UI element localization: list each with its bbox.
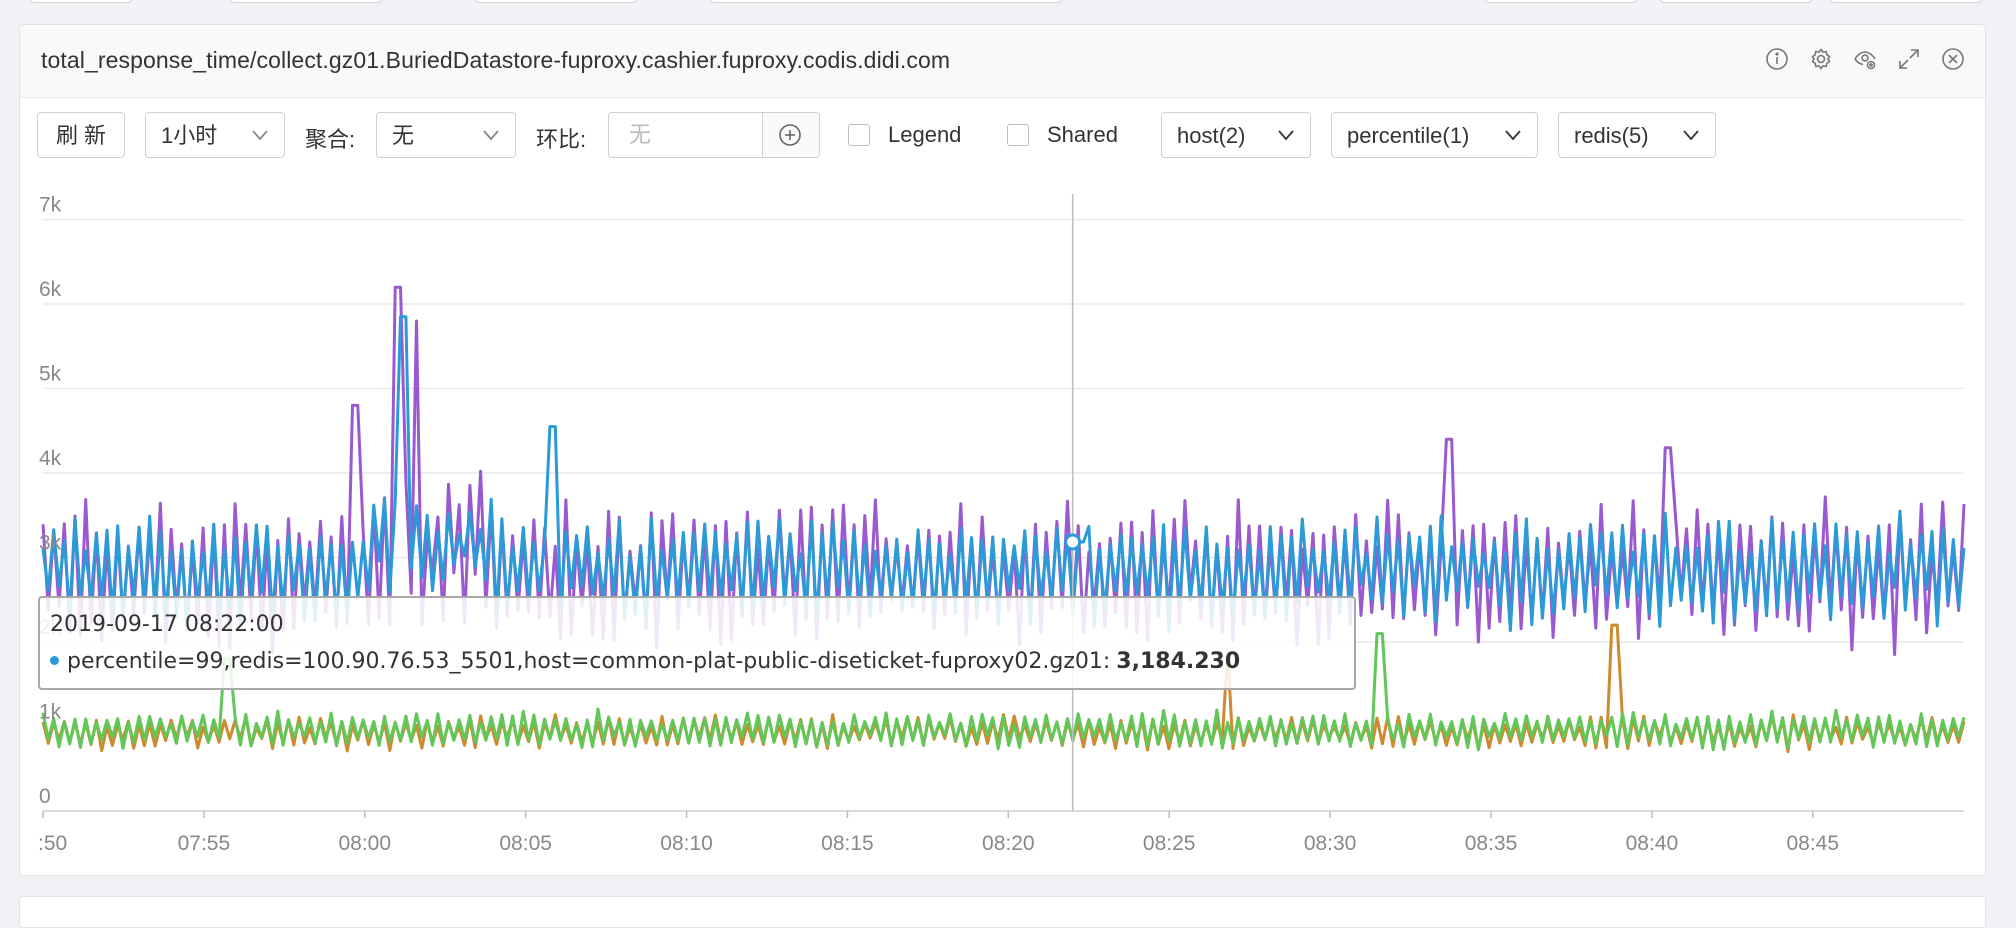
tooltip-series-row: percentile=99,redis=100.90.76.53_5501,ho… [50,649,1240,674]
time-range-select[interactable]: 1小时 [145,112,285,158]
expand-icon[interactable] [1897,47,1921,71]
x-tick-label: :50 [38,832,67,855]
gear-icon[interactable] [1809,47,1833,71]
x-tick-label: 08:10 [660,832,713,855]
series-color-dot [50,655,59,665]
y-tick-label: 6k [39,278,62,301]
y-tick-label: 4k [39,447,62,470]
tooltip-value: 3,184.230 [1116,649,1241,674]
x-tick-label: 08:30 [1304,832,1357,855]
percentile-tag-select[interactable]: percentile(1) [1331,112,1538,158]
compare-input[interactable] [609,113,765,157]
y-tick-label: 0 [39,785,51,808]
legend-label: Legend [888,122,962,147]
y-tick-label: 7k [39,194,62,217]
tooltip-series-label: percentile=99,redis=100.90.76.53_5501,ho… [67,649,1111,674]
chevron-down-icon [483,130,499,141]
percentile-tag-value: percentile(1) [1347,123,1470,148]
chevron-down-icon [252,130,268,141]
shared-checkbox[interactable] [1007,124,1029,146]
host-tag-value: host(2) [1177,123,1246,148]
panel-toolbar: 刷 新 1小时 聚合: 无 环比: Legend Shared host(2) … [20,112,1985,164]
legend-checkbox[interactable] [848,124,870,146]
info-icon[interactable] [1765,47,1789,71]
x-tick-label: 08:40 [1626,832,1679,855]
next-panel [19,896,1986,928]
y-tick-label: 3k [39,532,62,555]
x-tick-label: 08:05 [499,832,552,855]
aggregate-value: 无 [392,123,415,148]
x-tick-label: 08:15 [821,832,874,855]
close-icon[interactable] [1941,47,1965,71]
x-tick-label: 08:25 [1143,832,1196,855]
eye-settings-icon[interactable] [1853,47,1877,71]
x-tick-label: 08:35 [1465,832,1518,855]
top-edge-strip [0,0,2016,6]
y-tick-label: 5k [39,363,62,386]
x-tick-label: 08:45 [1786,832,1839,855]
tooltip-time: 2019-09-17 08:22:00 [50,612,284,637]
x-tick-label: 08:00 [338,832,391,855]
timeseries-chart[interactable]: 01k2k3k4k5k6k7k:5007:5508:0008:0508:1008… [19,190,1984,870]
compare-add-button[interactable] [762,113,819,157]
chart-tooltip: 2019-09-17 08:22:00 percentile=99,redis=… [38,596,1356,690]
chart-axis: 01k2k3k4k5k6k7k:5007:5508:0008:0508:1008… [38,194,1839,855]
chevron-down-icon [1505,130,1521,141]
plus-circle-icon [779,124,801,146]
redis-tag-select[interactable]: redis(5) [1558,112,1716,158]
aggregate-select[interactable]: 无 [376,112,516,158]
hover-point [1064,533,1082,551]
x-tick-label: 08:20 [982,832,1035,855]
panel-actions [1765,47,1965,71]
host-tag-select[interactable]: host(2) [1161,112,1311,158]
x-tick-label: 07:55 [178,832,231,855]
redis-tag-value: redis(5) [1574,123,1649,148]
series-line-blue [41,315,1966,634]
time-range-value: 1小时 [161,123,218,148]
shared-label: Shared [1047,122,1118,147]
panel-title: total_response_time/collect.gz01.BuriedD… [41,47,951,73]
chevron-down-icon [1683,130,1699,141]
compare-input-group [608,112,820,158]
compare-label: 环比: [536,127,587,152]
y-tick-label: 1k [39,701,62,724]
panel-header: total_response_time/collect.gz01.BuriedD… [20,25,1985,98]
refresh-button[interactable]: 刷 新 [37,112,125,158]
aggregate-label: 聚合: [305,127,356,152]
chevron-down-icon [1278,130,1294,141]
